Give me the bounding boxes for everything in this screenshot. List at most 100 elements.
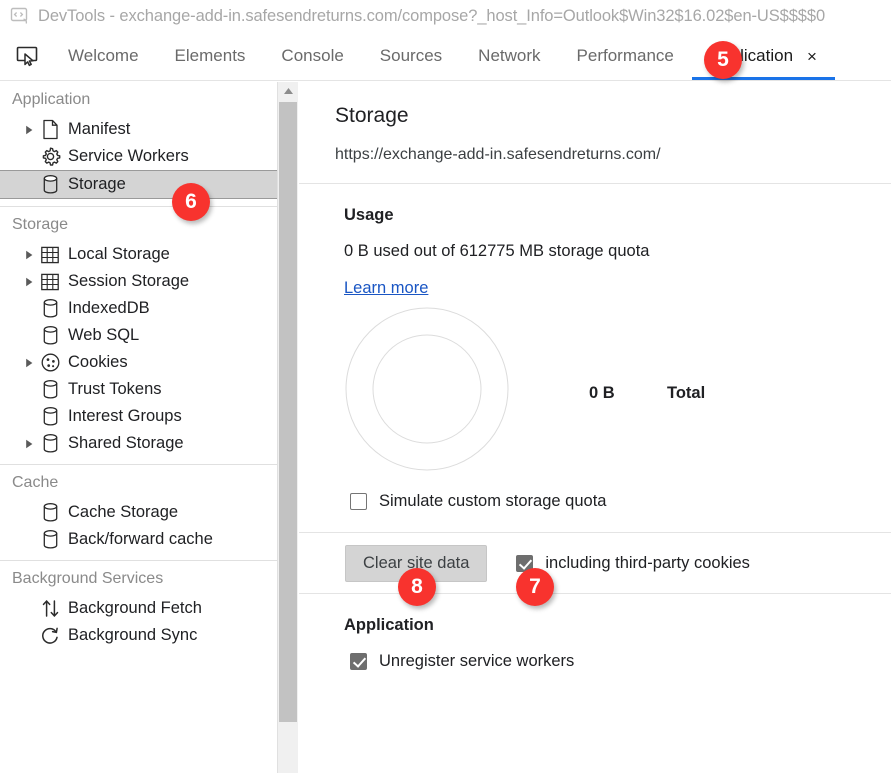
annotation-badge-6: 6 [172, 183, 210, 221]
sidebar-item-web-sql[interactable]: Web SQL [0, 322, 277, 349]
sidebar-item-label: Service Workers [68, 147, 189, 165]
chevron-right-icon[interactable] [20, 358, 38, 368]
tab-label: Console [281, 46, 344, 65]
sidebar-item-storage[interactable]: Storage [0, 170, 277, 199]
database-icon [38, 298, 62, 319]
learn-more-link[interactable]: Learn more [299, 279, 428, 298]
application-section-heading: Application [344, 616, 434, 634]
sidebar-item-label: Cookies [68, 353, 128, 371]
third-party-cookies-label: including third-party cookies [545, 553, 750, 572]
tab-label: Welcome [68, 46, 139, 65]
sidebar-item-manifest[interactable]: Manifest [0, 116, 277, 143]
sidebar-group-title: Cache [12, 474, 59, 491]
usage-heading: Usage [344, 206, 394, 224]
database-icon [38, 379, 62, 400]
database-icon [38, 433, 62, 454]
application-sidebar-tree[interactable]: Application Manifest Service Workers Storag… [0, 82, 278, 773]
sidebar-item-label: Background Fetch [68, 599, 202, 617]
sidebar-item-back-forward-cache[interactable]: Back/forward cache [0, 526, 277, 553]
sidebar-item-label: Background Sync [68, 626, 198, 644]
sidebar-item-background-fetch[interactable]: Background Fetch [0, 595, 277, 622]
sidebar-item-shared-storage[interactable]: Shared Storage [0, 430, 277, 457]
devtools-tab-bar: Welcome Elements Console Sources Network… [0, 32, 891, 81]
tab-performance[interactable]: Performance [559, 32, 692, 80]
database-icon [38, 406, 62, 427]
origin-url: https://exchange-add-in.safesendreturns.… [335, 146, 661, 163]
chevron-right-icon[interactable] [20, 125, 38, 135]
page-title: Storage [335, 104, 409, 127]
annotation-badge-8: 8 [398, 568, 436, 606]
sidebar-item-label: Trust Tokens [68, 380, 162, 398]
usage-summary: 0 B used out of 612775 MB storage quota [344, 242, 650, 260]
sidebar-group-title: Background Services [12, 570, 164, 587]
sidebar-item-indexeddb[interactable]: IndexedDB [0, 295, 277, 322]
table-icon [38, 272, 62, 292]
table-icon [38, 245, 62, 265]
sidebar-item-label: IndexedDB [68, 299, 150, 317]
storage-panel-header: Storage https://exchange-add-in.safesend… [299, 82, 891, 164]
sidebar-item-background-sync[interactable]: Background Sync [0, 622, 277, 649]
tab-console[interactable]: Console [263, 32, 361, 80]
simulate-quota-label: Simulate custom storage quota [379, 492, 607, 510]
cookie-icon [38, 352, 62, 373]
unregister-service-workers-row[interactable]: Unregister service workers [299, 652, 891, 671]
annotation-badge-5: 5 [704, 41, 742, 79]
donut-legend: 0 B Total [589, 384, 705, 403]
tab-label: Network [478, 46, 541, 65]
devtools-icon [9, 5, 31, 27]
sidebar-item-label: Session Storage [68, 272, 190, 290]
tab-label: Elements [174, 46, 246, 65]
sidebar-item-label: Storage [68, 175, 126, 193]
sidebar-item-cookies[interactable]: Cookies [0, 349, 277, 376]
scrollbar-thumb[interactable] [279, 102, 297, 722]
sidebar-item-trust-tokens[interactable]: Trust Tokens [0, 376, 277, 403]
chevron-right-icon[interactable] [20, 250, 38, 260]
sidebar-item-label: Local Storage [68, 245, 170, 263]
chevron-right-icon[interactable] [20, 277, 38, 287]
chevron-right-icon[interactable] [20, 439, 38, 449]
tab-network[interactable]: Network [460, 32, 558, 80]
usage-visualization: 0 B Total [299, 304, 891, 492]
sidebar-item-label: Web SQL [68, 326, 140, 344]
sidebar-item-label: Interest Groups [68, 407, 182, 425]
simulate-quota-row[interactable]: Simulate custom storage quota [299, 492, 891, 511]
unregister-service-workers-label: Unregister service workers [379, 652, 575, 670]
divider [299, 183, 891, 184]
sidebar-item-label: Manifest [68, 120, 131, 138]
database-icon [38, 529, 62, 550]
window-title-text: DevTools - exchange-add-in.safesendretur… [38, 6, 826, 25]
document-icon [38, 119, 62, 140]
sidebar-item-interest-groups[interactable]: Interest Groups [0, 403, 277, 430]
sidebar-scrollbar[interactable] [278, 82, 298, 773]
window-title-bar: DevTools - exchange-add-in.safesendretur… [0, 0, 891, 32]
sidebar-group-title: Application [12, 91, 91, 108]
inspect-element-icon[interactable] [6, 36, 50, 76]
close-icon[interactable]: × [807, 48, 817, 65]
sidebar-item-session-storage[interactable]: Session Storage [0, 268, 277, 295]
sidebar-item-cache-storage[interactable]: Cache Storage [0, 499, 277, 526]
legend-label: Total [667, 384, 706, 402]
storage-usage-donut-chart [345, 307, 509, 471]
gear-icon [38, 146, 62, 167]
arrows-updown-icon [38, 598, 62, 619]
third-party-cookies-row[interactable]: including third-party cookies [516, 554, 750, 573]
tab-label: Performance [576, 46, 674, 65]
tab-welcome[interactable]: Welcome [50, 32, 157, 80]
sidebar-item-label: Shared Storage [68, 434, 184, 452]
tab-sources[interactable]: Sources [362, 32, 460, 80]
tab-elements[interactable]: Elements [157, 32, 264, 80]
sidebar-item-service-workers[interactable]: Service Workers [0, 143, 277, 170]
legend-value: 0 B [589, 384, 615, 402]
database-icon [38, 325, 62, 346]
sync-icon [38, 625, 62, 646]
scroll-up-arrow-icon[interactable] [278, 82, 298, 100]
unregister-service-workers-checkbox[interactable] [350, 653, 367, 670]
tab-label: Sources [379, 46, 443, 65]
clear-site-data-bar: Clear site data including third-party co… [299, 532, 891, 594]
sidebar-group-title: Storage [12, 216, 69, 233]
sidebar-item-label: Cache Storage [68, 503, 179, 521]
sidebar-item-local-storage[interactable]: Local Storage [0, 241, 277, 268]
simulate-quota-checkbox[interactable] [350, 493, 367, 510]
sidebar-item-label: Back/forward cache [68, 530, 213, 548]
database-icon [38, 502, 62, 523]
